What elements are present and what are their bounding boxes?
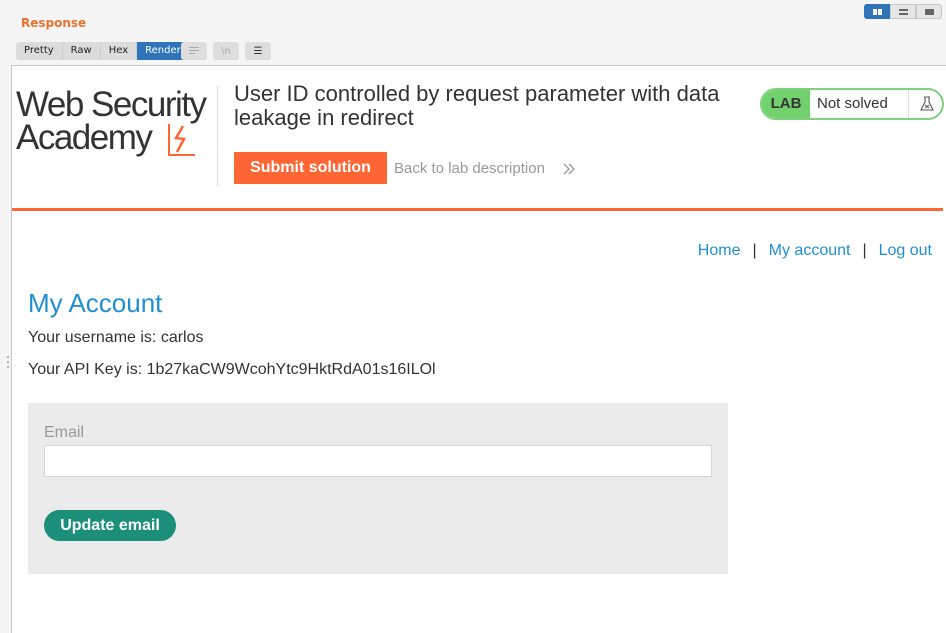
nav-log-out-link[interactable]: Log out <box>879 242 932 260</box>
username-text: Your username is: carlos <box>28 329 204 346</box>
email-field[interactable] <box>44 445 712 477</box>
response-toolbar: \n ☰ <box>181 42 271 60</box>
lab-title: User ID controlled by request parameter … <box>234 81 720 130</box>
newline-icon[interactable]: \n <box>213 42 239 60</box>
nav-my-account-link[interactable]: My account <box>769 242 851 260</box>
tab-hex[interactable]: Hex <box>100 42 138 60</box>
response-view-tabs: Pretty Raw Hex Render <box>16 42 190 60</box>
burp-response-panel: Response Pretty Raw Hex Render \n ☰ Web <box>0 0 946 633</box>
lab-status-text: Not solved <box>817 95 888 112</box>
response-title: Response <box>21 16 87 30</box>
tab-raw[interactable]: Raw <box>62 42 101 60</box>
page-title: My Account <box>28 288 163 318</box>
submit-solution-button[interactable]: Submit solution <box>234 152 387 184</box>
split-horizontal-icon[interactable] <box>864 4 890 19</box>
double-chevron-right-icon <box>563 163 575 175</box>
wrap-lines-icon[interactable] <box>181 42 207 60</box>
menu-icon[interactable]: ☰ <box>245 42 271 60</box>
academy-logo[interactable]: Web Security Academy <box>14 86 218 186</box>
back-to-description-link[interactable]: Back to lab description <box>394 160 545 177</box>
nav-separator: | <box>862 242 867 259</box>
lightning-bolt-icon <box>168 124 195 156</box>
lab-header: Web Security Academy User ID controlled … <box>12 66 944 211</box>
lab-badge: LAB <box>762 90 810 118</box>
tab-pretty[interactable]: Pretty <box>16 42 63 60</box>
api-key-text: Your API Key is: 1b27kaCW9WcohYtc9HktRdA… <box>28 361 436 378</box>
view-layout-toggle <box>864 4 942 19</box>
single-pane-icon[interactable] <box>916 4 942 19</box>
email-label: Email <box>44 424 85 441</box>
lab-status-widget: LAB Not solved <box>760 88 944 120</box>
nav-home-link[interactable]: Home <box>698 242 741 260</box>
rendered-page: Web Security Academy User ID controlled … <box>11 65 946 633</box>
update-email-button[interactable]: Update email <box>44 510 176 541</box>
change-email-form: Email Update email <box>28 403 728 574</box>
site-navigation: Home | My account | Log out <box>698 242 932 260</box>
flask-icon <box>908 90 942 118</box>
logo-line-1: Web Security <box>16 85 207 124</box>
split-vertical-icon[interactable] <box>890 4 916 19</box>
pane-splitter-handle[interactable] <box>6 355 10 369</box>
nav-separator: | <box>752 242 757 259</box>
